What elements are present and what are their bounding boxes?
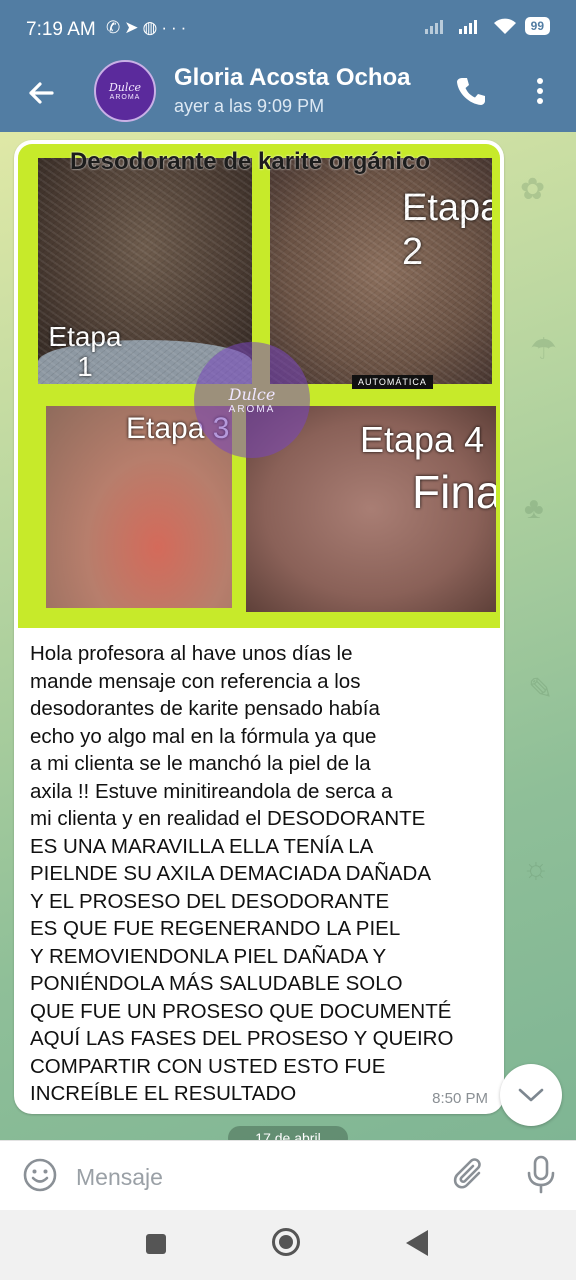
microphone-icon[interactable]: [524, 1155, 558, 1195]
doodle-icon: ✿: [520, 173, 546, 206]
whatsapp-icon: ✆: [106, 18, 125, 37]
watermark-line2: AROMA: [228, 404, 276, 415]
chevron-down-icon: [518, 1088, 544, 1102]
signal-icon-2: [458, 20, 477, 34]
emoji-icon[interactable]: [22, 1157, 58, 1193]
photo-panel-stage-3: Etapa 3: [46, 406, 232, 608]
doodle-icon: ☼: [522, 852, 550, 885]
status-app-icons: ✆➤◍···: [106, 18, 190, 38]
system-nav-bar: [0, 1210, 576, 1280]
last-seen-status: ayer a las 9:09 PM: [174, 96, 325, 116]
back-arrow-icon[interactable]: [24, 76, 58, 110]
recent-apps-icon[interactable]: [146, 1234, 166, 1254]
message-timestamp: 8:50 PM: [432, 1090, 488, 1107]
nav-back-icon[interactable]: [406, 1230, 428, 1256]
avatar-brand-line1: Dulce: [108, 81, 142, 94]
message-input[interactable]: [74, 1159, 438, 1195]
contact-avatar[interactable]: Dulce AROMA: [94, 60, 156, 122]
photo-panel-stage-2: Etapa 2: [270, 158, 492, 384]
attach-icon[interactable]: [452, 1157, 488, 1195]
status-bar: 7:19 AM ✆➤◍··· 99: [0, 0, 576, 60]
auto-tag: AUTOMÁTICA: [352, 375, 433, 389]
home-icon[interactable]: [272, 1228, 300, 1256]
more-icon: ···: [161, 18, 191, 37]
message-input-bar: [0, 1140, 576, 1211]
message-bubble[interactable]: Etapa 1 Etapa 2 Etapa 3 Etapa 4 Final De…: [14, 140, 504, 1114]
message-text: Hola profesora al have unos días le mand…: [30, 642, 454, 1105]
doodle-icon: ☂: [530, 333, 557, 366]
date-separator: 17 de abril: [228, 1126, 348, 1140]
scroll-to-bottom-button[interactable]: [500, 1064, 562, 1126]
message-photo[interactable]: Etapa 1 Etapa 2 Etapa 3 Etapa 4 Final De…: [18, 144, 500, 628]
signal-icon: [424, 20, 443, 34]
wifi-icon: [493, 18, 516, 34]
phone-call-icon[interactable]: [454, 74, 488, 108]
chat-area[interactable]: ✿ ☂ ♣ ✎ ☼ Etapa 1 Etapa 2 Etapa 3 Etapa …: [0, 132, 576, 1140]
stage-4-label: Etapa 4: [360, 419, 485, 460]
telegram-icon: ➤: [124, 18, 143, 37]
photo-title: Desodorante de karite orgánico: [69, 148, 431, 175]
status-time: 7:19 AM: [26, 19, 96, 40]
contact-name[interactable]: Gloria Acosta Ochoa: [174, 64, 411, 92]
battery-indicator: 99: [524, 17, 550, 35]
doodle-icon: ♣: [524, 492, 544, 525]
stage-4-final-label: Final: [412, 466, 496, 518]
more-options-icon[interactable]: [530, 74, 550, 108]
stage-1-label: Etapa 1: [48, 321, 122, 382]
doodle-icon: ✎: [528, 673, 554, 706]
avatar-brand-line2: AROMA: [109, 94, 141, 101]
watermark-line1: Dulce: [228, 385, 276, 404]
stage-2-label: Etapa 2: [402, 187, 492, 273]
brand-watermark: Dulce AROMA: [194, 342, 310, 458]
messenger-icon: ◍: [142, 18, 162, 37]
chat-header: Dulce AROMA Gloria Acosta Ochoa ayer a l…: [0, 60, 576, 132]
